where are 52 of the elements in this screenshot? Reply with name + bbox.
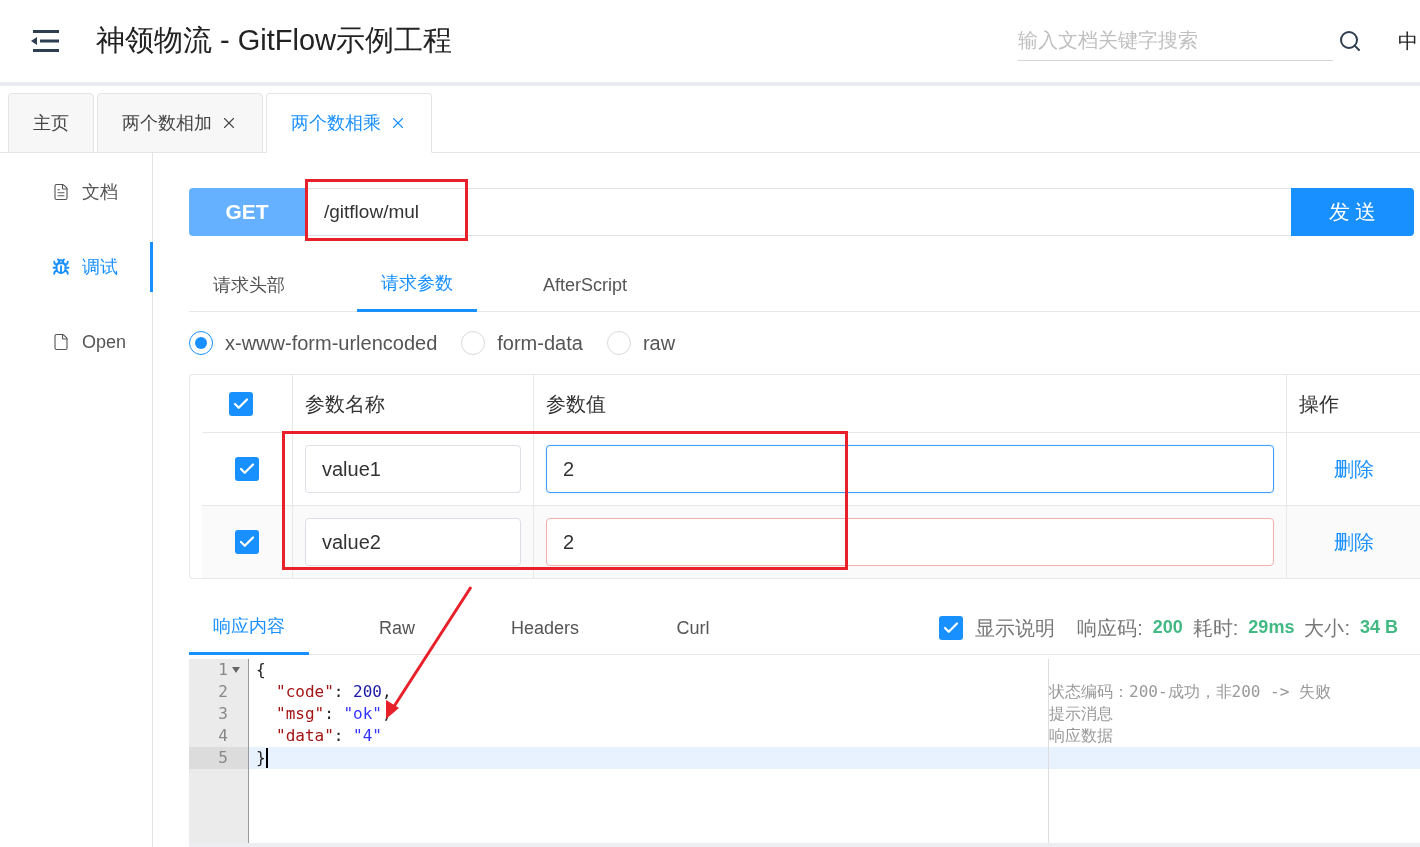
line-number: 4 — [217, 725, 229, 747]
search-field[interactable]: 输入文档关键字搜索 — [1018, 21, 1333, 61]
line-number: 5 — [189, 747, 248, 769]
stat-value: 29ms — [1248, 616, 1295, 639]
line-number: 3 — [217, 703, 229, 725]
stat-label: 大小: — [1304, 615, 1350, 641]
document-icon — [52, 183, 70, 201]
response-tab[interactable]: Headers — [485, 601, 605, 655]
field-note: 提示消息 — [1049, 703, 1113, 725]
radio-label[interactable]: raw — [642, 328, 676, 358]
field-note: 响应数据 — [1049, 725, 1113, 747]
column-header: 参数名称 — [292, 375, 533, 432]
menu-icon[interactable] — [31, 30, 59, 52]
stat-value: 34 B — [1359, 616, 1398, 639]
search-icon[interactable] — [1338, 29, 1362, 53]
radio-label[interactable]: form-data — [497, 328, 583, 358]
checkbox[interactable] — [229, 391, 253, 416]
stat-label: 响应码: — [1077, 615, 1143, 641]
language-button[interactable]: 中 — [1398, 26, 1418, 56]
param-value-field[interactable]: 2 — [546, 445, 1274, 493]
app-title: 神领物流 - GitFlow示例工程 — [96, 23, 453, 59]
line-number: 2 — [217, 681, 229, 703]
file-icon — [52, 333, 70, 351]
stat-value: 200 — [1152, 616, 1183, 639]
page-tab[interactable]: 主页 — [8, 93, 94, 153]
stat-label: 耗时: — [1192, 615, 1239, 641]
param-name-field[interactable]: value1 — [305, 445, 521, 493]
checkbox[interactable] — [235, 530, 259, 554]
sidebar-item[interactable]: Open — [0, 317, 152, 367]
checkbox[interactable] — [939, 615, 964, 640]
param-value-field[interactable]: 2 — [546, 518, 1274, 566]
sidebar-item[interactable]: 文档 — [0, 167, 152, 217]
field-note: 状态编码：200-成功，非200 -> 失败 — [1049, 681, 1331, 703]
code-line: "code": 200, — [275, 681, 393, 703]
column-header: 操作 — [1286, 375, 1420, 432]
url-field[interactable]: /gitflow/mul — [305, 188, 1291, 236]
fold-icon[interactable] — [232, 667, 240, 673]
request-tab[interactable]: AfterScript — [525, 258, 645, 312]
response-tab[interactable]: Curl — [633, 601, 753, 655]
radio-label[interactable]: x-www-form-urlencoded — [225, 328, 438, 358]
checkbox-label: 显示说明 — [975, 615, 1056, 641]
code-line: { — [255, 659, 267, 681]
request-tab[interactable]: 请求头部 — [189, 258, 309, 312]
page-tab[interactable]: 两个数相加 — [97, 93, 263, 153]
code-line: "data": "4" — [275, 725, 383, 747]
checkbox[interactable] — [235, 457, 259, 481]
method-label: GET — [189, 188, 305, 236]
bug-icon — [52, 258, 70, 276]
param-name-field[interactable]: value2 — [305, 518, 521, 566]
line-number: 1 — [189, 659, 248, 681]
response-tab[interactable]: Raw — [337, 601, 457, 655]
column-header: 参数值 — [533, 375, 1286, 432]
